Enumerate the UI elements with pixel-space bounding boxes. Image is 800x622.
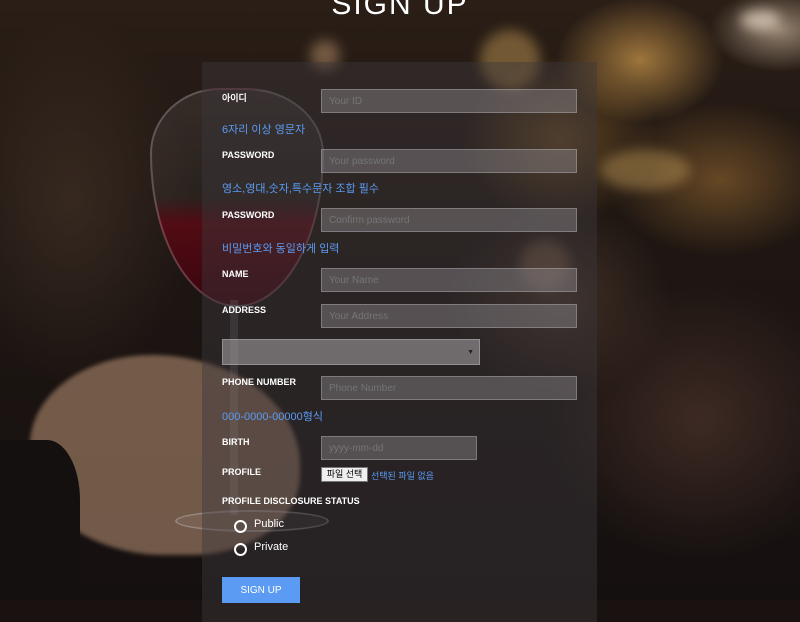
- id-label: 아이디: [222, 93, 247, 103]
- password-confirm-input[interactable]: [321, 208, 577, 232]
- private-radio-label: Private: [254, 541, 289, 553]
- birth-label: BIRTH: [222, 437, 250, 447]
- private-radio[interactable]: [234, 543, 247, 556]
- bokeh-light: [600, 150, 690, 190]
- disclosure-label: PROFILE DISCLOSURE STATUS: [222, 496, 360, 506]
- name-label: NAME: [222, 269, 249, 279]
- address-input[interactable]: [321, 304, 577, 328]
- public-radio-label: Public: [254, 518, 284, 530]
- phone-hint: 000-0000-00000형식: [222, 411, 323, 423]
- phone-input[interactable]: [321, 376, 577, 400]
- file-status-text: 선택된 파일 없음: [371, 471, 434, 481]
- dropdown-arrow-icon: ▼: [467, 349, 474, 356]
- id-input[interactable]: [321, 89, 577, 113]
- page-title: SIGN UP: [331, 0, 469, 21]
- file-select-button[interactable]: 파일 선택: [321, 467, 368, 482]
- sleeve-silhouette: [0, 440, 80, 600]
- password-label: PASSWORD: [222, 150, 275, 160]
- password-input[interactable]: [321, 149, 577, 173]
- phone-label: PHONE NUMBER: [222, 377, 297, 387]
- birth-input[interactable]: [321, 436, 477, 460]
- address-select[interactable]: ▼: [222, 339, 480, 365]
- profile-label: PROFILE: [222, 467, 262, 477]
- password-hint: 영소,영대,숫자,특수문자 조합 필수: [222, 183, 379, 195]
- password-confirm-label: PASSWORD: [222, 210, 275, 220]
- password-confirm-hint: 비밀번호와 동일하게 입력: [222, 243, 340, 255]
- address-label: ADDRESS: [222, 305, 267, 315]
- name-input[interactable]: [321, 268, 577, 292]
- public-radio[interactable]: [234, 520, 247, 533]
- id-hint: 6자리 이상 영문자: [222, 124, 306, 136]
- signup-button[interactable]: SIGN UP: [222, 577, 300, 603]
